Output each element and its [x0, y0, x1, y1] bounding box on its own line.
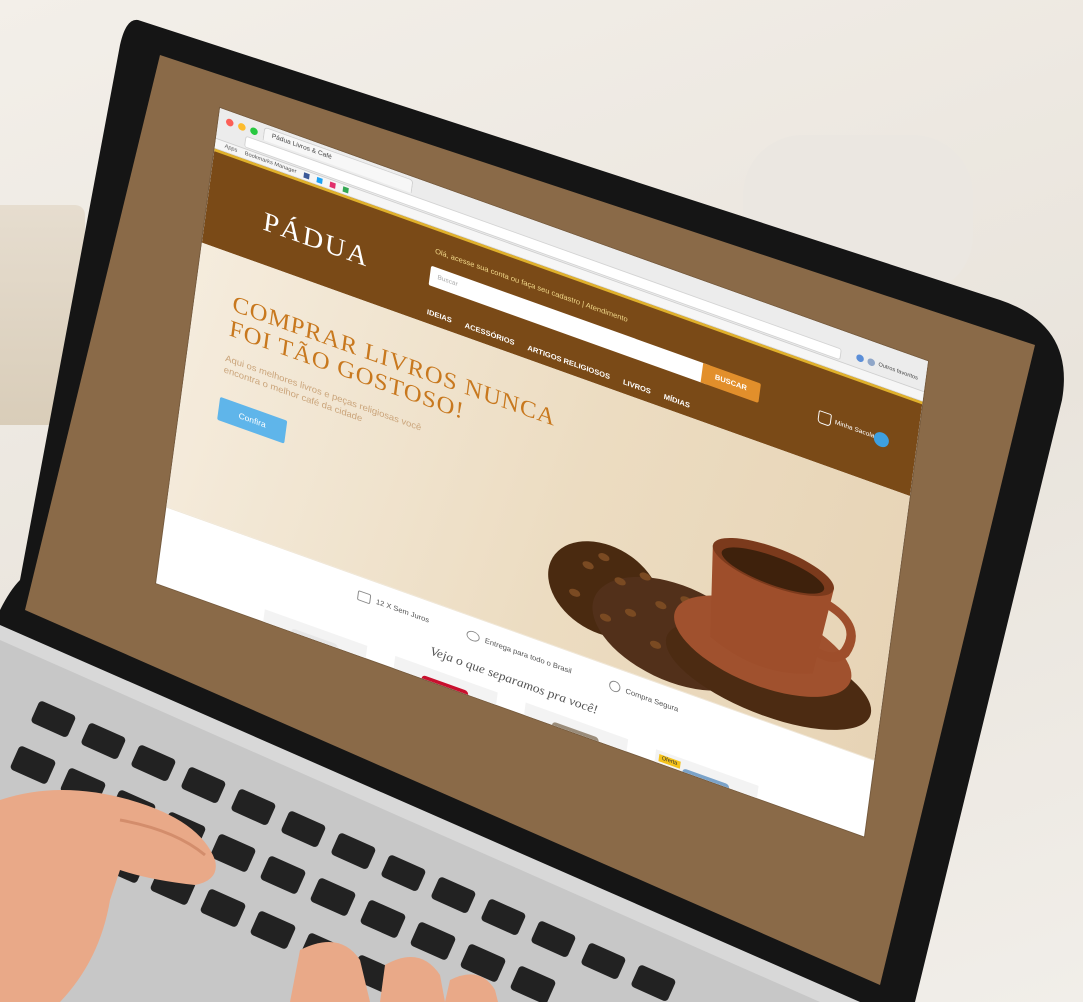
nav-item-livros[interactable]: LIVROS: [622, 378, 651, 396]
instagram-icon[interactable]: [329, 181, 336, 189]
facebook-icon[interactable]: [303, 172, 310, 180]
search-button[interactable]: BUSCAR: [700, 362, 761, 403]
nav-item-ideias[interactable]: IDEIAS: [426, 308, 452, 325]
shopping-bag-icon: [817, 409, 832, 427]
hero-cta-button[interactable]: Confira: [217, 396, 288, 444]
maximize-icon[interactable]: [249, 126, 259, 137]
twitter-icon[interactable]: [316, 176, 323, 185]
nav-item-midias[interactable]: MÍDIAS: [663, 392, 690, 409]
window-controls[interactable]: [225, 117, 259, 137]
drive-icon[interactable]: [342, 186, 349, 194]
extension-icon[interactable]: [855, 353, 864, 363]
truck-icon: [465, 628, 481, 643]
minimize-icon[interactable]: [237, 122, 247, 132]
cart-link[interactable]: Minha Sacola: [817, 409, 875, 442]
feature-label: Compra Segura: [625, 686, 679, 714]
credit-card-icon: [356, 589, 372, 604]
cart-label: Minha Sacola: [834, 418, 875, 440]
feature-label: 12 X Sem Juros: [375, 597, 430, 624]
close-icon[interactable]: [225, 117, 234, 128]
user-avatar[interactable]: [872, 429, 890, 450]
shield-icon: [608, 679, 621, 694]
extension-icon[interactable]: [866, 357, 876, 367]
site-logo[interactable]: PÁDUA: [261, 206, 371, 274]
